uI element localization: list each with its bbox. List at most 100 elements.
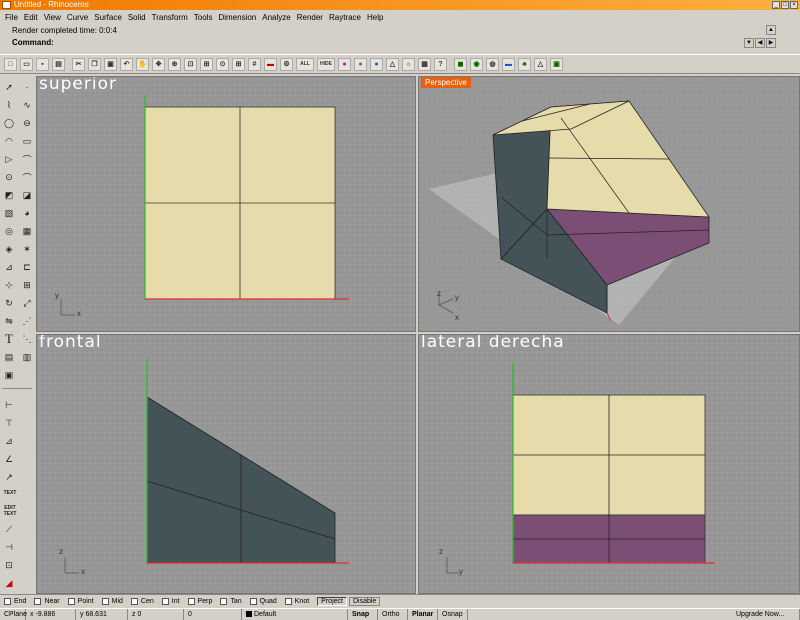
osnap-quad-checkbox[interactable] <box>249 598 257 605</box>
display-icon[interactable]: ▣ <box>2 368 16 382</box>
light-icon[interactable]: △ <box>534 57 547 71</box>
sphere-icon[interactable]: ● <box>354 57 367 71</box>
rotate-icon[interactable]: ↻ <box>2 296 16 310</box>
osnap-int[interactable]: Int <box>161 598 180 605</box>
viewport-perspective[interactable]: Perspective z y x <box>418 76 800 332</box>
car-render-icon[interactable]: ▬ <box>264 57 277 71</box>
curve-icon[interactable]: ∿ <box>20 98 34 112</box>
dim-radius-icon[interactable]: ⊣ <box>2 540 16 554</box>
make-2d-icon[interactable]: ⊡ <box>2 558 16 572</box>
help-icon[interactable]: ? <box>434 57 447 71</box>
menu-dimension[interactable]: Dimension <box>215 13 259 22</box>
zoom-selected-icon[interactable]: ⊙ <box>216 57 229 71</box>
project-button[interactable]: Project <box>317 597 347 606</box>
menu-file[interactable]: File <box>2 13 21 22</box>
pan-icon[interactable]: ✋ <box>136 57 149 71</box>
planar-toggle[interactable]: Planar <box>408 608 438 620</box>
history-down-button[interactable]: ▼ <box>744 38 754 48</box>
point-icon[interactable]: · <box>20 80 34 94</box>
osnap-quad[interactable]: Quad <box>249 598 277 605</box>
menu-raytrace[interactable]: Raytrace <box>326 13 364 22</box>
open-icon[interactable]: ▭ <box>20 57 33 71</box>
render-icon[interactable]: ◼ <box>454 57 467 71</box>
command-input[interactable] <box>60 38 740 48</box>
copy-icon[interactable]: ❐ <box>88 57 101 71</box>
osnap-toggle[interactable]: Osnap <box>438 608 468 620</box>
dimension-icon[interactable]: ⊢ <box>2 398 16 412</box>
hatch-icon[interactable]: ⟋ <box>2 522 16 536</box>
menu-curve[interactable]: Curve <box>64 13 91 22</box>
copy-transform-icon[interactable]: ⊞ <box>20 278 34 292</box>
cut-icon[interactable]: ✂ <box>72 57 85 71</box>
rectangle-icon[interactable]: ▭ <box>20 134 34 148</box>
menu-transform[interactable]: Transform <box>149 13 191 22</box>
blue-sphere-icon[interactable]: ● <box>370 57 383 71</box>
gear-icon[interactable]: ⚙ <box>280 57 293 71</box>
offset-icon[interactable]: ⌒ <box>20 170 34 184</box>
sphere-solid-icon[interactable]: ◕ <box>20 206 34 220</box>
dim-vertical-icon[interactable]: ⊤ <box>2 416 16 430</box>
viewport-top[interactable]: superior y x <box>36 76 416 332</box>
box-icon[interactable]: ▧ <box>2 206 16 220</box>
sweep-icon[interactable]: ◪ <box>20 188 34 202</box>
osnap-mid-checkbox[interactable] <box>101 598 109 605</box>
upgrade-button[interactable]: Upgrade Now... <box>732 608 800 620</box>
osnap-int-checkbox[interactable] <box>161 598 169 605</box>
zoom-extents-icon[interactable]: ⊞ <box>200 57 213 71</box>
zoom-dynamic-icon[interactable]: ⊕ <box>168 57 181 71</box>
rotate-view-icon[interactable]: ✥ <box>152 57 165 71</box>
ground-plane-icon[interactable]: ▬ <box>502 57 515 71</box>
trim-icon[interactable]: ⊿ <box>2 260 16 274</box>
maximize-button[interactable]: □ <box>781 1 789 9</box>
minimize-button[interactable]: _ <box>772 1 780 9</box>
scale-icon[interactable]: ⤢ <box>20 296 34 310</box>
layer-icon[interactable]: ▥ <box>20 350 34 364</box>
properties-icon[interactable]: ▤ <box>2 350 16 364</box>
select-arrow-icon[interactable]: ➚ <box>2 80 16 94</box>
history-next-button[interactable]: ▶ <box>766 38 776 48</box>
osnap-point-checkbox[interactable] <box>67 598 75 605</box>
grid-icon[interactable]: # <box>248 57 261 71</box>
osnap-near[interactable]: Near <box>34 598 60 605</box>
lights-icon[interactable]: ☼ <box>402 57 415 71</box>
viewport-label-front[interactable]: frontal <box>39 335 102 352</box>
polygon-icon[interactable]: ▷ <box>2 152 16 166</box>
surface-icon[interactable]: ◩ <box>2 188 16 202</box>
cone-icon[interactable]: △ <box>386 57 399 71</box>
viewport-right[interactable]: lateral derecha z y <box>418 334 800 594</box>
boolean-icon[interactable]: ◎ <box>2 224 16 238</box>
leader-icon[interactable]: ↗ <box>2 470 16 484</box>
history-prev-button[interactable]: ◀ <box>755 38 765 48</box>
osnap-knot-checkbox[interactable] <box>284 598 292 605</box>
free-curve-icon[interactable]: ⌒ <box>20 152 34 166</box>
circle-icon[interactable]: ◯ <box>2 116 16 130</box>
text-tool-icon[interactable]: T <box>2 331 16 346</box>
raytrace-icon[interactable]: ◉ <box>470 57 483 71</box>
menu-surface[interactable]: Surface <box>91 13 125 22</box>
menu-edit[interactable]: Edit <box>21 13 41 22</box>
viewport-label-top[interactable]: superior <box>39 77 117 94</box>
save-icon[interactable]: ▪ <box>36 57 49 71</box>
dim-aligned-icon[interactable]: ⊿ <box>2 434 16 448</box>
text-icon[interactable]: ▦ <box>418 57 431 71</box>
environment-icon[interactable]: ◍ <box>486 57 499 71</box>
menu-tools[interactable]: Tools <box>191 13 216 22</box>
osnap-tan-checkbox[interactable] <box>220 598 228 605</box>
print-icon[interactable]: ▤ <box>52 57 65 71</box>
disable-button[interactable]: Disable <box>348 597 381 606</box>
osnap-perp[interactable]: Perp <box>187 598 212 605</box>
layer-pane[interactable]: Default <box>242 608 348 620</box>
viewport-front[interactable]: frontal z x <box>36 334 416 594</box>
osnap-end-checkbox[interactable] <box>4 598 11 605</box>
osnap-knot[interactable]: Knot <box>284 598 309 605</box>
menu-help[interactable]: Help <box>364 13 386 22</box>
viewport-label-perspective[interactable]: Perspective <box>421 77 471 88</box>
close-button[interactable]: × <box>790 1 798 9</box>
polyline-icon[interactable]: ⌇ <box>2 98 16 112</box>
edit-text-button[interactable]: EDIT TEXT <box>2 502 18 520</box>
osnap-cen[interactable]: Cen <box>130 598 154 605</box>
ellipse-icon[interactable]: ⊖ <box>20 116 34 130</box>
explode-icon[interactable]: ◈ <box>2 242 16 256</box>
osnap-mid[interactable]: Mid <box>101 598 123 605</box>
move-icon[interactable]: ⊹ <box>2 278 16 292</box>
